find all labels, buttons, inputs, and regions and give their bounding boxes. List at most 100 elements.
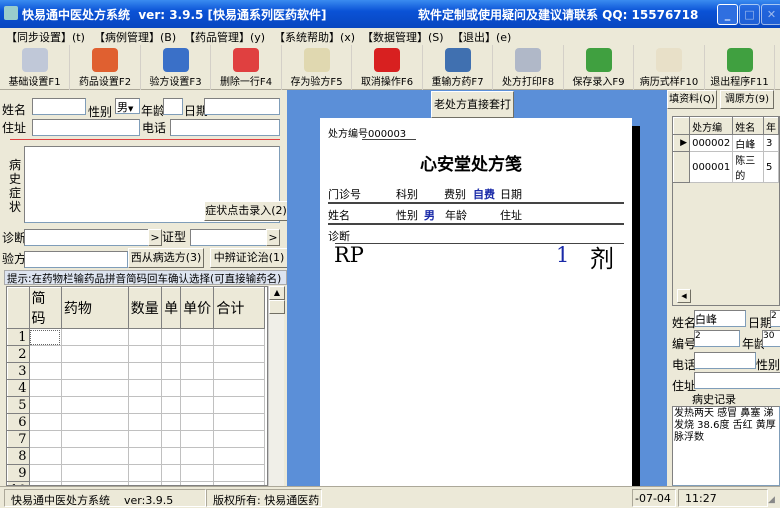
grid-cell[interactable]: [161, 362, 182, 380]
grid-cell[interactable]: [213, 413, 265, 431]
grid-cell[interactable]: [127, 345, 163, 363]
prescription-grid[interactable]: 简码药物数量单单价合计 1234567891011: [6, 286, 268, 486]
fill-info-button[interactable]: 填资料(Q): [667, 90, 717, 109]
grid-cell[interactable]: [180, 447, 215, 465]
menu-sync[interactable]: 【同步设置】(t): [6, 29, 85, 45]
toolbar-button-save[interactable]: 保存录入F9: [564, 45, 634, 90]
grid-cell[interactable]: [28, 430, 62, 448]
grid-cell[interactable]: [213, 379, 265, 397]
phone-input[interactable]: [170, 119, 280, 136]
grid-cell[interactable]: [161, 430, 182, 448]
menu-cases[interactable]: 【病例管理】(B): [94, 29, 176, 45]
right-date-input[interactable]: 2: [770, 310, 780, 327]
grid-column-header[interactable]: 数量: [127, 287, 163, 329]
minimize-button[interactable]: _: [717, 4, 738, 25]
toolbar-button-exit-arrow[interactable]: 退出程序F11: [705, 45, 775, 90]
right-address-input[interactable]: [694, 372, 780, 389]
toolbar-button-medicine[interactable]: 药品设置F2: [71, 45, 141, 90]
name-input[interactable]: [32, 98, 86, 115]
list-row[interactable]: 000001 陈三的 5: [673, 151, 779, 183]
grid-cell[interactable]: [213, 430, 265, 448]
table-row[interactable]: 2: [7, 345, 265, 363]
diagnosis-input[interactable]: [24, 229, 150, 246]
grid-cell[interactable]: [60, 362, 129, 380]
grid-cell[interactable]: [161, 447, 182, 465]
grid-cell[interactable]: [60, 379, 129, 397]
grid-cell[interactable]: [60, 447, 129, 465]
toolbar-button-printer[interactable]: 处方打印F8: [494, 45, 564, 90]
grid-cell[interactable]: [161, 413, 182, 431]
grid-cell[interactable]: [28, 413, 62, 431]
table-row[interactable]: 3: [7, 362, 265, 380]
western-select-button[interactable]: 西从病选方(3): [128, 248, 204, 268]
address-input[interactable]: [32, 119, 140, 136]
grid-cell[interactable]: [161, 464, 182, 482]
grid-cell[interactable]: [213, 396, 265, 414]
table-row[interactable]: 1: [7, 328, 265, 346]
toolbar-button-settings[interactable]: 基础设置F1: [0, 45, 70, 90]
grid-cell[interactable]: [161, 328, 182, 346]
toolbar-button-delete-row[interactable]: 删除一行F4: [212, 45, 282, 90]
grid-cell[interactable]: [127, 447, 163, 465]
scroll-left-arrow-icon[interactable]: ◀: [677, 289, 691, 303]
grid-cell[interactable]: [28, 379, 62, 397]
grid-cell[interactable]: [180, 379, 215, 397]
grid-cell[interactable]: [127, 430, 163, 448]
grid-cell[interactable]: [127, 362, 163, 380]
prescription-list[interactable]: 处方编 姓名年 ▶ 000002 白峰 3 000001 陈三的 5 ◀: [672, 116, 780, 306]
scroll-up-arrow-icon[interactable]: ▲: [269, 286, 285, 300]
grid-cell[interactable]: [28, 345, 62, 363]
tcm-diagnosis-button[interactable]: 中辨证论治(1): [210, 248, 288, 268]
grid-cell[interactable]: [180, 345, 215, 363]
grid-cell[interactable]: [60, 396, 129, 414]
grid-cell[interactable]: [60, 345, 129, 363]
grid-cell[interactable]: [161, 345, 182, 363]
table-row[interactable]: 4: [7, 379, 265, 397]
grid-cell[interactable]: [213, 464, 265, 482]
grid-cell[interactable]: [180, 413, 215, 431]
grid-cell[interactable]: [28, 396, 62, 414]
grid-cell[interactable]: [127, 413, 163, 431]
toolbar-button-book[interactable]: 验方设置F3: [141, 45, 211, 90]
syndrome-picker-button[interactable]: >: [266, 229, 280, 246]
old-prescription-print-button[interactable]: 老处方直接套打: [431, 91, 514, 118]
grid-cell[interactable]: [127, 328, 163, 346]
grid-cell[interactable]: [127, 379, 163, 397]
age-input[interactable]: [163, 98, 183, 115]
grid-cell[interactable]: [180, 396, 215, 414]
right-phone-input[interactable]: [694, 352, 756, 369]
grid-column-header[interactable]: 单: [161, 287, 182, 329]
recall-prescription-button[interactable]: 调原方(9): [720, 90, 774, 109]
grid-cell[interactable]: [180, 362, 215, 380]
grid-cell[interactable]: [180, 430, 215, 448]
grid-cell[interactable]: [161, 396, 182, 414]
table-row[interactable]: 5: [7, 396, 265, 414]
sex-select[interactable]: 男▼: [115, 98, 140, 114]
right-number-input[interactable]: 2: [694, 330, 740, 347]
menu-help[interactable]: 【系统帮助】(x): [274, 29, 355, 45]
list-row[interactable]: ▶ 000002 白峰 3: [673, 134, 779, 152]
grid-cell[interactable]: [127, 464, 163, 482]
grid-cell[interactable]: [28, 464, 62, 482]
date-input[interactable]: [204, 98, 280, 115]
grid-cell[interactable]: [28, 447, 62, 465]
menu-exit[interactable]: 【退出】(e): [452, 29, 511, 45]
toolbar-button-clipboard[interactable]: 病历式样F10: [635, 45, 705, 90]
grid-column-header[interactable]: 简码: [28, 287, 62, 329]
symptom-entry-button[interactable]: 症状点击录入(2): [204, 201, 288, 221]
toolbar-button-tools[interactable]: 重输方药F7: [423, 45, 493, 90]
grid-cell[interactable]: [127, 396, 163, 414]
grid-cell[interactable]: [60, 430, 129, 448]
right-name-input[interactable]: 白峰: [694, 310, 746, 327]
grid-cell[interactable]: [213, 345, 265, 363]
grid-scrollbar[interactable]: ▲: [268, 286, 285, 486]
table-row[interactable]: 6: [7, 413, 265, 431]
grid-cell[interactable]: [213, 447, 265, 465]
grid-column-header[interactable]: 合计: [213, 287, 265, 329]
grid-cell[interactable]: [180, 464, 215, 482]
resize-grip-icon[interactable]: ◢: [768, 495, 775, 505]
grid-column-header[interactable]: 单价: [180, 287, 215, 329]
toolbar-button-save-note[interactable]: 存为验方F5: [282, 45, 352, 90]
toolbar-button-cancel[interactable]: 取消操作F6: [353, 45, 423, 90]
grid-cell[interactable]: [28, 328, 62, 346]
